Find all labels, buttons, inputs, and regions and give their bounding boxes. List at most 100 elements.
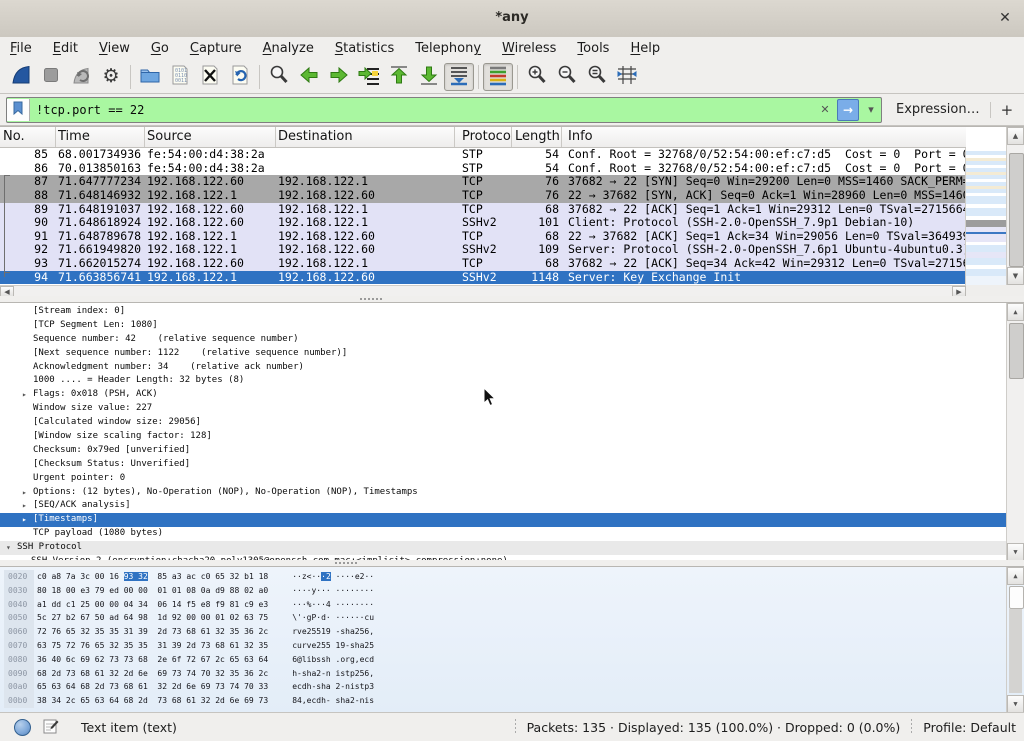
detail-row[interactable]: [Next sequence number: 1122 (relative se… (0, 347, 1006, 361)
open-file-button[interactable] (135, 63, 165, 91)
filter-dropdown-button[interactable]: ▾ (861, 100, 881, 120)
expander-icon[interactable] (22, 444, 33, 458)
splitter-grip[interactable] (360, 298, 384, 300)
filter-clear-button[interactable]: ✕ (815, 100, 835, 120)
expander-icon[interactable]: ▸ (22, 499, 33, 513)
expander-icon[interactable] (22, 458, 33, 472)
packet-row[interactable]: 89 71.648191037 192.168.122.60 192.168.1… (0, 203, 966, 217)
expander-icon[interactable] (22, 347, 33, 361)
packet-row[interactable]: 92 71.661949820 192.168.122.1 192.168.12… (0, 243, 966, 257)
close-file-button[interactable] (195, 63, 225, 91)
hex-row[interactable]: 0030 80 18 00 e3 79 ed 00 00 01 01 08 0a… (0, 584, 1006, 598)
expander-icon[interactable] (22, 374, 33, 388)
column-header-no[interactable]: No. (0, 127, 56, 147)
detail-row[interactable]: ▾ SSH Protocol (0, 541, 1006, 555)
packet-row[interactable]: 94 71.663856741 192.168.122.1 192.168.12… (0, 271, 966, 285)
detail-row[interactable]: ▸ [SEQ/ACK analysis] (0, 499, 1006, 513)
packet-list-vertical-scrollbar[interactable]: ▲ ▼ (1006, 127, 1024, 285)
hex-row[interactable]: 0060 72 76 65 32 35 35 31 39 2d 73 68 61… (0, 625, 1006, 639)
detail-row[interactable]: Sequence number: 42 (relative sequence n… (0, 333, 1006, 347)
display-filter-input[interactable] (30, 103, 815, 117)
hex-row[interactable]: 00b0 38 34 2c 65 63 64 68 2d 73 68 61 32… (0, 694, 1006, 708)
resize-columns-button[interactable] (612, 63, 642, 91)
scrollbar-thumb[interactable] (1009, 586, 1024, 609)
menu-telephony[interactable]: Telephony (415, 41, 481, 56)
go-to-bottom-button[interactable] (414, 63, 444, 91)
hex-row[interactable]: 0070 63 75 72 76 65 32 35 35 31 39 2d 73… (0, 639, 1006, 653)
expander-icon[interactable] (22, 402, 33, 416)
colorize-button[interactable] (483, 63, 513, 91)
detail-row[interactable]: Window size value: 227 (0, 402, 1006, 416)
packet-row[interactable]: 85 68.001734936 fe:54:00:d4:38:2a STP 54… (0, 148, 966, 162)
detail-row[interactable]: Urgent pointer: 0 (0, 472, 1006, 486)
splitter-grip[interactable] (335, 562, 359, 564)
column-header-destination[interactable]: Destination (276, 127, 455, 147)
menu-tools[interactable]: Tools (577, 41, 609, 56)
expander-icon[interactable]: ▸ (22, 486, 33, 500)
close-window-button[interactable]: ✕ (996, 9, 1014, 27)
menu-wireless[interactable]: Wireless (502, 41, 556, 56)
menu-statistics[interactable]: Statistics (335, 41, 394, 56)
auto-scroll-button[interactable] (444, 63, 474, 91)
go-to-packet-button[interactable] (354, 63, 384, 91)
packet-row[interactable]: 91 71.648789678 192.168.122.1 192.168.12… (0, 230, 966, 244)
zoom-out-button[interactable] (552, 63, 582, 91)
filter-bookmark-button[interactable] (7, 99, 30, 121)
detail-row[interactable]: [Stream index: 0] (0, 305, 1006, 319)
menu-view[interactable]: View (99, 41, 130, 56)
expander-icon[interactable] (22, 305, 33, 319)
hex-row[interactable]: 0050 5c 27 b2 67 50 ad 64 98 1d 92 00 00… (0, 611, 1006, 625)
display-filter-box[interactable]: ✕ → ▾ (6, 97, 882, 123)
scroll-up-icon[interactable]: ▲ (1007, 303, 1024, 321)
profile-label[interactable]: Profile: Default (923, 720, 1016, 735)
detail-row[interactable]: 1000 .... = Header Length: 32 bytes (8) (0, 374, 1006, 388)
menu-analyze[interactable]: Analyze (263, 41, 314, 56)
packet-row[interactable]: 86 70.013850163 fe:54:00:d4:38:2a STP 54… (0, 162, 966, 176)
column-header-protocol[interactable]: Protocol (455, 127, 512, 147)
hex-row[interactable]: 0040 a1 dd c1 25 00 00 04 34 06 14 f5 e8… (0, 598, 1006, 612)
scroll-up-icon[interactable]: ▲ (1007, 127, 1024, 145)
expander-icon[interactable] (22, 416, 33, 430)
stop-capture-button[interactable] (36, 63, 66, 91)
packet-row[interactable]: 90 71.648618924 192.168.122.60 192.168.1… (0, 216, 966, 230)
detail-row[interactable]: ▸ Flags: 0x018 (PSH, ACK) (0, 388, 1006, 402)
detail-row[interactable]: [Window size scaling factor: 128] (0, 430, 1006, 444)
scrollbar-thumb[interactable] (1009, 323, 1024, 379)
hex-row[interactable]: 0080 36 40 6c 69 62 73 73 68 2e 6f 72 67… (0, 653, 1006, 667)
menu-go[interactable]: Go (151, 41, 169, 56)
capture-options-button[interactable]: ⚙ (96, 63, 126, 91)
start-capture-button[interactable] (6, 63, 36, 91)
scrollbar-thumb[interactable] (1009, 153, 1024, 267)
menu-edit[interactable]: Edit (53, 41, 78, 56)
expander-icon[interactable] (22, 527, 33, 541)
details-vertical-scrollbar[interactable]: ▲ ▼ (1006, 303, 1024, 560)
menu-help[interactable]: Help (630, 41, 660, 56)
expander-icon[interactable]: ▸ (22, 513, 33, 527)
find-packet-button[interactable] (264, 63, 294, 91)
packet-row[interactable]: 93 71.662015274 192.168.122.60 192.168.1… (0, 257, 966, 271)
scroll-down-icon[interactable]: ▼ (1007, 543, 1024, 560)
filter-add-button[interactable]: + (1001, 101, 1014, 119)
packet-row[interactable]: 87 71.647777234 192.168.122.60 192.168.1… (0, 175, 966, 189)
column-header-time[interactable]: Time (56, 127, 145, 147)
expression-button[interactable]: Expression… (896, 102, 980, 117)
detail-row[interactable]: TCP payload (1080 bytes) (0, 527, 1006, 541)
menu-file[interactable]: File (10, 41, 32, 56)
packet-row[interactable]: 88 71.648146932 192.168.122.1 192.168.12… (0, 189, 966, 203)
column-header-source[interactable]: Source (145, 127, 276, 147)
detail-row[interactable]: Acknowledgment number: 34 (relative ack … (0, 361, 1006, 375)
hex-row[interactable]: 0020 c0 a8 7a 3c 00 16 93 32 85 a3 ac c0… (0, 570, 1006, 584)
intelligent-scrollbar-minimap[interactable] (965, 148, 1006, 285)
reload-file-button[interactable] (225, 63, 255, 91)
detail-row[interactable]: ▸ [Timestamps] (0, 513, 1006, 527)
expander-icon[interactable]: ▸ (22, 388, 33, 402)
detail-row[interactable]: [TCP Segment Len: 1080] (0, 319, 1006, 333)
go-to-top-button[interactable] (384, 63, 414, 91)
go-back-button[interactable] (294, 63, 324, 91)
scroll-down-icon[interactable]: ▼ (1007, 267, 1024, 285)
column-header-info[interactable]: Info (562, 127, 966, 147)
detail-row[interactable]: Checksum: 0x79ed [unverified] (0, 444, 1006, 458)
scroll-up-icon[interactable]: ▲ (1007, 567, 1024, 585)
zoom-in-button[interactable] (522, 63, 552, 91)
expander-icon[interactable] (22, 319, 33, 333)
